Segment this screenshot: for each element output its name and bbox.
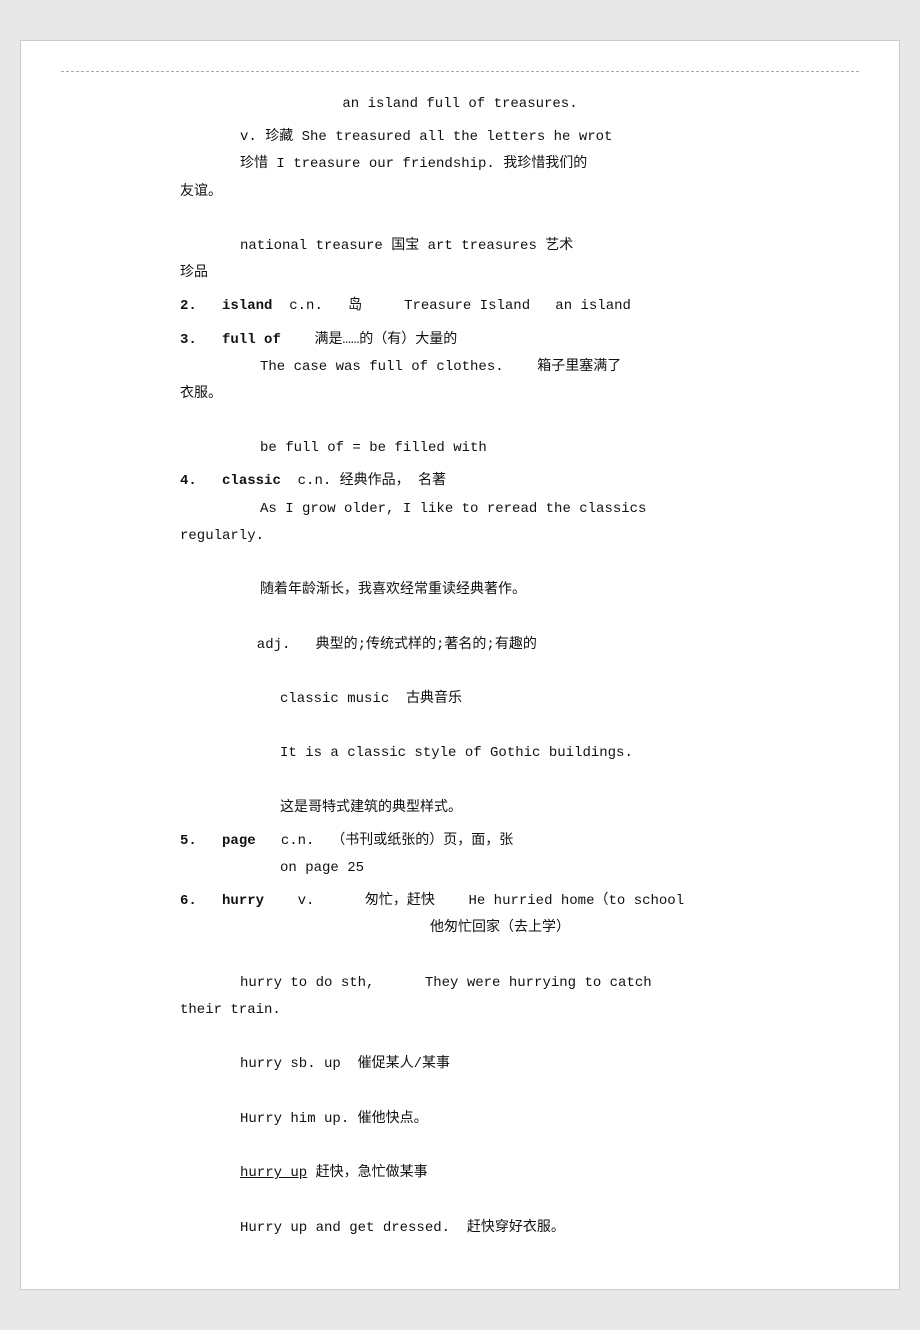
keyword-page: page bbox=[222, 833, 256, 849]
classic-cn2: 这是哥特式建筑的典型样式。 bbox=[180, 796, 740, 821]
treasure-v-line3: 友谊。 bbox=[180, 180, 740, 205]
entry-6-number: 6. bbox=[180, 893, 197, 909]
treasure-v-line1: v. 珍藏 She treasured all the letters he w… bbox=[180, 125, 740, 150]
intro-section: an island full of treasures. bbox=[180, 92, 740, 117]
spacer5 bbox=[180, 660, 740, 685]
classic-cn1: 随着年龄渐长，我喜欢经常重读经典著作。 bbox=[180, 578, 740, 603]
spacer12 bbox=[180, 1188, 740, 1213]
hurry-to-do: hurry to do sth, They were hurrying to c… bbox=[180, 971, 740, 996]
spacer9 bbox=[180, 1025, 740, 1050]
hurry-to-do-cont: their train. bbox=[180, 998, 740, 1023]
page-container: an island full of treasures. v. 珍藏 She t… bbox=[20, 40, 900, 1290]
page-ex1: on page 25 bbox=[180, 856, 740, 881]
entry-island-main: 2. island c.n. 岛 Treasure Island an isla… bbox=[180, 294, 740, 319]
hurry-sb-up: hurry sb. up 催促某人/某事 bbox=[180, 1052, 740, 1077]
spacer11 bbox=[180, 1134, 740, 1159]
hurry-up-ex: Hurry up and get dressed. 赶快穿好衣服。 bbox=[180, 1216, 740, 1241]
spacer7 bbox=[180, 769, 740, 794]
dashed-divider bbox=[61, 71, 859, 72]
entry-page-main: 5. page c.n. （书刊或纸张的）页，面，张 bbox=[180, 829, 740, 854]
full-of-ex1: The case was full of clothes. 箱子里塞满了 bbox=[180, 355, 740, 380]
hurry-up-underline: hurry up bbox=[240, 1165, 307, 1181]
treasure-v-section: v. 珍藏 She treasured all the letters he w… bbox=[180, 125, 740, 286]
spacer4 bbox=[180, 605, 740, 630]
entry-classic-main: 4. classic c.n. 经典作品， 名著 bbox=[180, 469, 740, 494]
entry-4-number: 4. bbox=[180, 473, 197, 489]
spacer8 bbox=[180, 944, 740, 969]
treasure-v-line4: national treasure 国宝 art treasures 艺术 bbox=[180, 234, 740, 259]
hurry-cn1: 他匆忙回家（去上学） bbox=[180, 916, 740, 941]
keyword-full-of: full of bbox=[222, 332, 281, 348]
hurry-him-up: Hurry him up. 催他快点。 bbox=[180, 1107, 740, 1132]
entry-hurry: 6. hurry v. 匆忙，赶快 He hurried home（to sch… bbox=[180, 889, 740, 1240]
spacer10 bbox=[180, 1080, 740, 1105]
keyword-classic: classic bbox=[222, 473, 281, 489]
classic-music: classic music 古典音乐 bbox=[180, 687, 740, 712]
content-area: an island full of treasures. v. 珍藏 She t… bbox=[180, 92, 740, 1241]
spacer6 bbox=[180, 714, 740, 739]
keyword-hurry: hurry bbox=[222, 893, 264, 909]
spacer1 bbox=[180, 207, 740, 232]
spacer2 bbox=[180, 409, 740, 434]
keyword-island: island bbox=[222, 298, 272, 314]
classic-ex2: It is a classic style of Gothic building… bbox=[180, 741, 740, 766]
entry-full-of-main: 3. full of 满是……的（有）大量的 bbox=[180, 328, 740, 353]
entry-3-number: 3. bbox=[180, 332, 197, 348]
intro-line: an island full of treasures. bbox=[180, 92, 740, 117]
entry-5-number: 5. bbox=[180, 833, 197, 849]
classic-adj: adj. 典型的;传统式样的;著名的;有趣的 bbox=[180, 633, 740, 658]
full-of-equiv: be full of = be filled with bbox=[180, 436, 740, 461]
entry-hurry-main: 6. hurry v. 匆忙，赶快 He hurried home（to sch… bbox=[180, 889, 740, 914]
hurry-up-phrase: hurry up 赶快，急忙做某事 bbox=[180, 1161, 740, 1186]
treasure-v-line2: 珍惜 I treasure our friendship. 我珍惜我们的 bbox=[180, 152, 740, 177]
spacer3 bbox=[180, 551, 740, 576]
classic-ex1: As I grow older, I like to reread the cl… bbox=[180, 497, 740, 522]
entry-full-of: 3. full of 满是……的（有）大量的 The case was full… bbox=[180, 328, 740, 462]
classic-ex1-cont: regularly. bbox=[180, 524, 740, 549]
entry-2-number: 2. bbox=[180, 298, 197, 314]
entry-classic: 4. classic c.n. 经典作品， 名著 As I grow older… bbox=[180, 469, 740, 820]
entry-page: 5. page c.n. （书刊或纸张的）页，面，张 on page 25 bbox=[180, 829, 740, 881]
treasure-v-line5: 珍品 bbox=[180, 261, 740, 286]
full-of-ex1-cont: 衣服。 bbox=[180, 382, 740, 407]
entry-island: 2. island c.n. 岛 Treasure Island an isla… bbox=[180, 294, 740, 319]
